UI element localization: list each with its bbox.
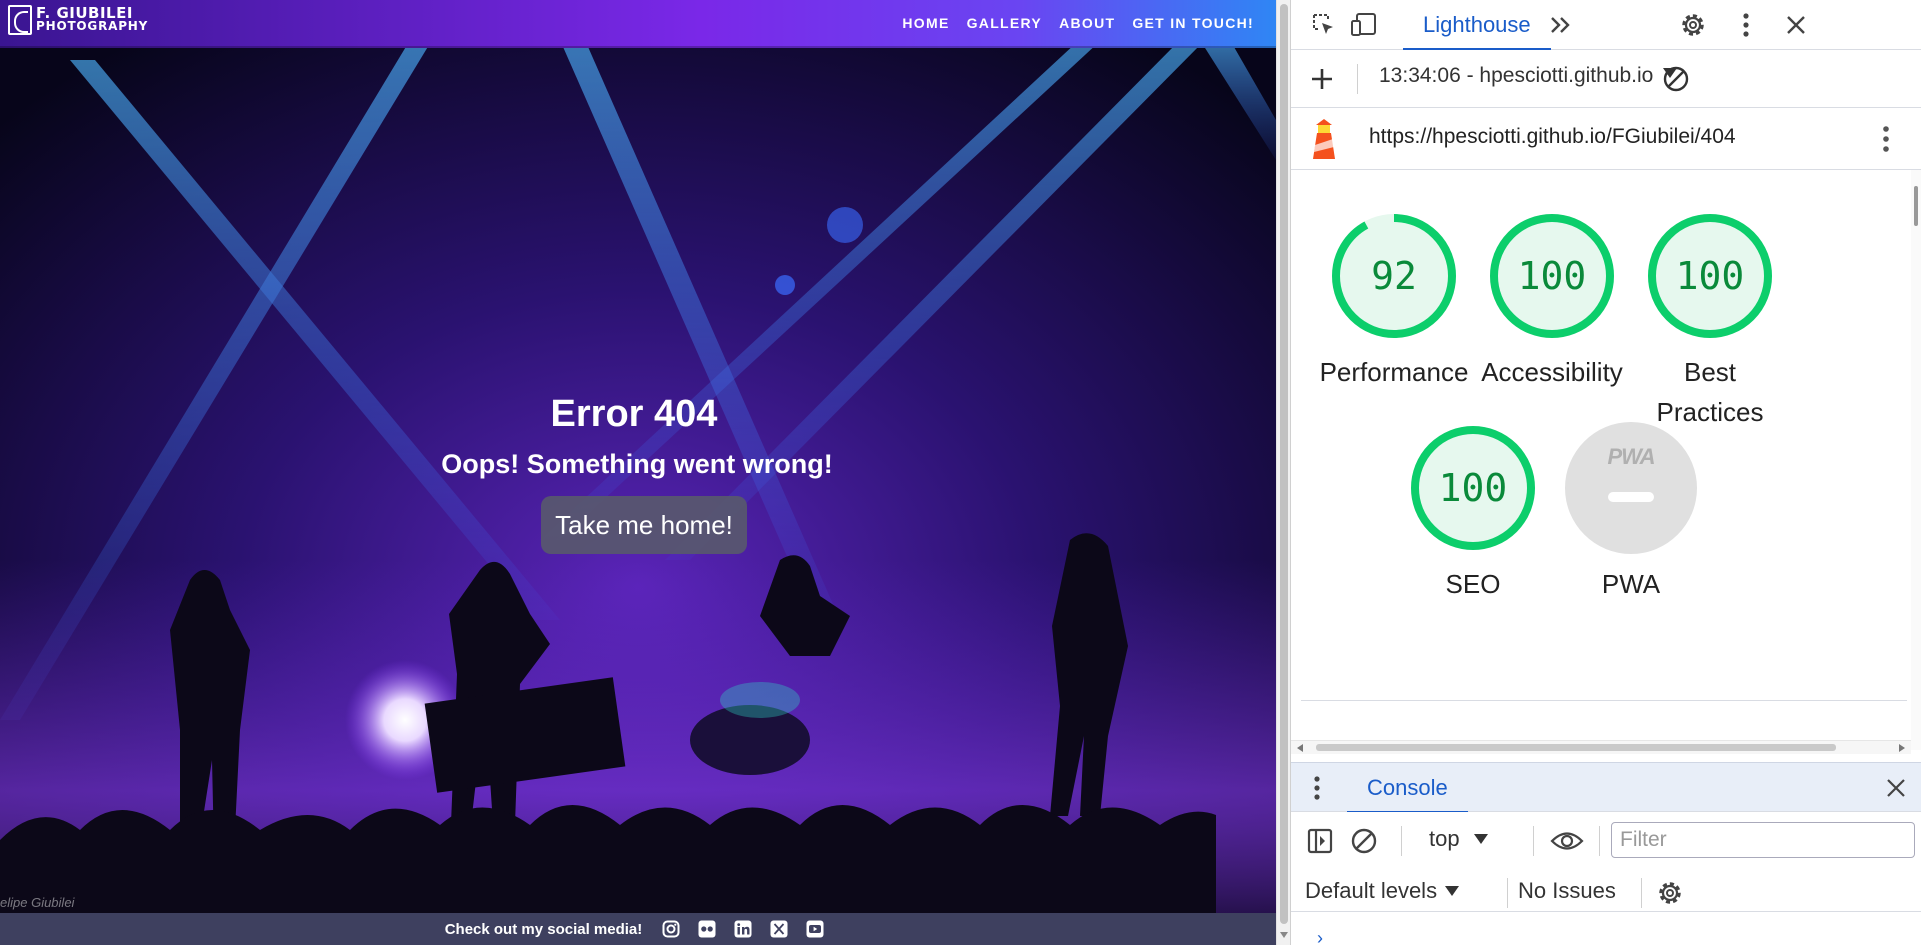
sidebar-toggle-icon[interactable] [1305, 826, 1335, 856]
score-gauge[interactable]: 100 Best Practices [1625, 210, 1795, 432]
customize-menu-icon[interactable] [1731, 8, 1761, 42]
pwa-gauge[interactable]: PWA PWA [1546, 422, 1716, 604]
console-toolbar: top Default levels No Issues [1291, 812, 1921, 912]
context-select[interactable]: top [1429, 826, 1488, 852]
issues-counter[interactable]: No Issues [1518, 878, 1616, 904]
pwa-badge-text: PWA [1607, 444, 1655, 469]
footer-social-text: Check out my social media! [444, 920, 643, 938]
score-value: 100 [1438, 466, 1508, 510]
report-url-bar: https://hpesciotti.github.io/FGiubilei/4… [1291, 108, 1921, 170]
tab-lighthouse[interactable]: Lighthouse [1403, 0, 1551, 51]
site-navbar: F. GIUBILEI PHOTOGRAPHY HOME GALLERY ABO… [0, 0, 1276, 48]
lighthouse-session-bar: 13:34:06 - hpesciotti.github.io [1291, 50, 1921, 108]
nav-contact-link[interactable]: GET IN TOUCH! [1132, 15, 1254, 31]
report-session-label: 13:34:06 - hpesciotti.github.io [1379, 64, 1654, 87]
website-viewport: F. GIUBILEI PHOTOGRAPHY HOME GALLERY ABO… [0, 0, 1276, 945]
x-icon[interactable] [769, 919, 789, 939]
pwa-label: PWA [1601, 569, 1661, 599]
scroll-down-icon[interactable] [1280, 932, 1288, 938]
site-logo[interactable]: F. GIUBILEI PHOTOGRAPHY [8, 5, 148, 35]
nav-links: HOME GALLERY ABOUT GET IN TOUCH! [902, 15, 1254, 31]
report-url: https://hpesciotti.github.io/FGiubilei/4… [1369, 125, 1736, 148]
score-label: Accessibility [1481, 357, 1623, 387]
drawer-tabbar: Console [1291, 762, 1921, 814]
tab-console-label: Console [1367, 775, 1448, 800]
error-subtitle: Oops! Something went wrong! [441, 449, 833, 479]
more-tabs-icon[interactable] [1546, 10, 1576, 40]
inspect-element-icon[interactable] [1309, 10, 1339, 40]
scroll-right-icon[interactable] [1899, 744, 1905, 752]
score-label: SEO [1445, 569, 1501, 599]
log-levels-select[interactable]: Default levels [1305, 878, 1460, 904]
clear-reports-icon[interactable] [1661, 64, 1691, 94]
nav-gallery-link[interactable]: GALLERY [967, 15, 1042, 31]
report-divider [1301, 700, 1907, 701]
console-settings-gear-icon[interactable] [1653, 876, 1687, 910]
lighthouse-logo-icon [1307, 118, 1341, 160]
youtube-icon[interactable] [805, 919, 825, 939]
chevron-down-icon [1473, 834, 1488, 844]
site-footer: Check out my social media! [0, 913, 1276, 945]
close-devtools-icon[interactable] [1779, 8, 1813, 42]
score-value: 100 [1675, 254, 1745, 298]
logo-mark-icon [8, 5, 32, 35]
score-gauge[interactable]: 92 Performance [1309, 210, 1479, 392]
device-toolbar-icon[interactable] [1349, 10, 1379, 40]
console-prompt-chevron-icon[interactable]: › [1317, 928, 1323, 945]
console-filter-input[interactable] [1611, 822, 1915, 858]
photo-watermark: elipe Giubilei [0, 895, 75, 910]
linkedin-icon[interactable] [733, 919, 753, 939]
score-value: 100 [1517, 254, 1587, 298]
tab-console[interactable]: Console [1347, 763, 1468, 814]
clear-console-icon[interactable] [1349, 826, 1379, 856]
score-value: 92 [1371, 254, 1417, 298]
close-drawer-icon[interactable] [1881, 773, 1911, 803]
scroll-left-icon[interactable] [1297, 744, 1303, 752]
page-scrollbar[interactable] [1276, 0, 1290, 945]
pwa-badge-icon: PWA [1565, 422, 1697, 554]
new-report-plus-icon[interactable] [1307, 64, 1337, 94]
error-title: Error 404 [550, 393, 718, 435]
chevron-down-icon [1445, 886, 1460, 896]
take-me-home-button[interactable]: Take me home! [541, 496, 747, 554]
logo-tagline: PHOTOGRAPHY [36, 19, 149, 33]
devtools-panel: Lighthouse 13:34:06 - hpesciotti.github.… [1290, 0, 1921, 945]
score-gauge[interactable]: 100 SEO [1388, 422, 1558, 604]
lighthouse-report: 92 Performance 100 Accessibility 100 Bes… [1291, 170, 1911, 750]
live-expression-eye-icon[interactable] [1547, 824, 1587, 858]
score-gauge[interactable]: 100 Accessibility [1467, 210, 1637, 392]
settings-gear-icon[interactable] [1676, 8, 1710, 42]
score-label: Performance [1319, 357, 1469, 387]
report-menu-icon[interactable] [1871, 122, 1901, 156]
tab-lighthouse-label: Lighthouse [1423, 12, 1531, 37]
nav-home-link[interactable]: HOME [902, 15, 949, 31]
page-scroll-thumb[interactable] [1280, 4, 1288, 924]
score-label: Best Practices [1656, 357, 1764, 427]
nav-about-link[interactable]: ABOUT [1059, 15, 1115, 31]
devtools-toolbar: Lighthouse [1291, 0, 1921, 51]
drawer-menu-icon[interactable] [1305, 771, 1329, 805]
log-levels-label: Default levels [1305, 878, 1438, 903]
report-horizontal-scrollbar[interactable] [1291, 740, 1911, 754]
error-hero: Error 404 Oops! Something went wrong! Ta… [0, 388, 1276, 554]
instagram-icon[interactable] [661, 919, 681, 939]
context-select-label: top [1429, 826, 1460, 851]
report-vertical-scrollbar[interactable] [1911, 170, 1921, 750]
flickr-icon[interactable] [697, 919, 717, 939]
report-session-select[interactable]: 13:34:06 - hpesciotti.github.io [1379, 64, 1678, 88]
